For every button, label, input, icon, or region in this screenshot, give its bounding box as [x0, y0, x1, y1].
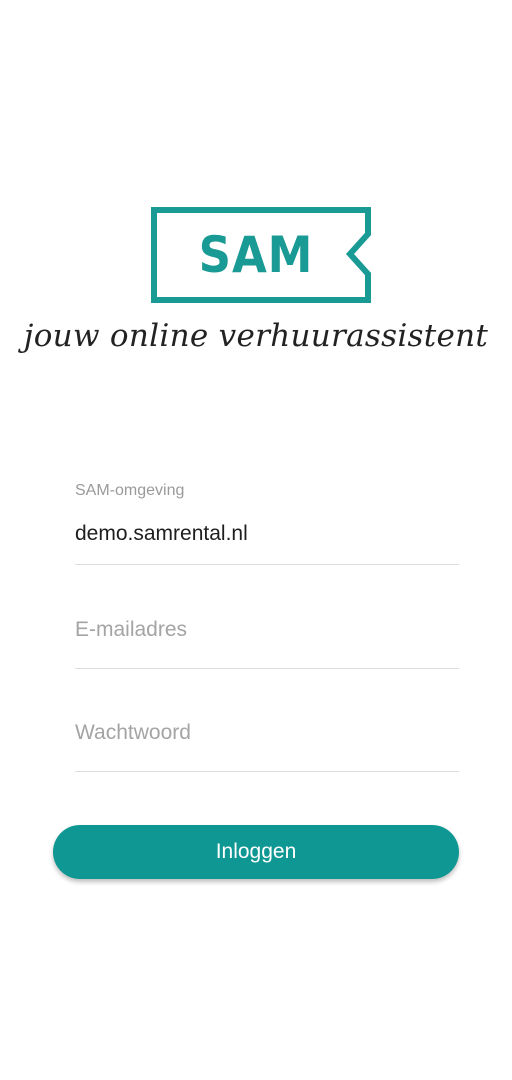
password-input[interactable]: [75, 721, 459, 745]
environment-field[interactable]: SAM-omgeving demo.samrental.nl: [75, 478, 459, 565]
environment-value[interactable]: demo.samrental.nl: [75, 522, 248, 546]
login-button[interactable]: Inloggen: [53, 825, 459, 879]
email-input[interactable]: [75, 618, 459, 642]
password-field[interactable]: [75, 703, 459, 772]
environment-label: SAM-omgeving: [75, 482, 185, 499]
sam-logo: SAM: [150, 206, 374, 304]
email-field[interactable]: [75, 600, 459, 669]
tagline: jouw online verhuurassistent: [23, 318, 489, 354]
logo-text: SAM: [198, 226, 314, 284]
